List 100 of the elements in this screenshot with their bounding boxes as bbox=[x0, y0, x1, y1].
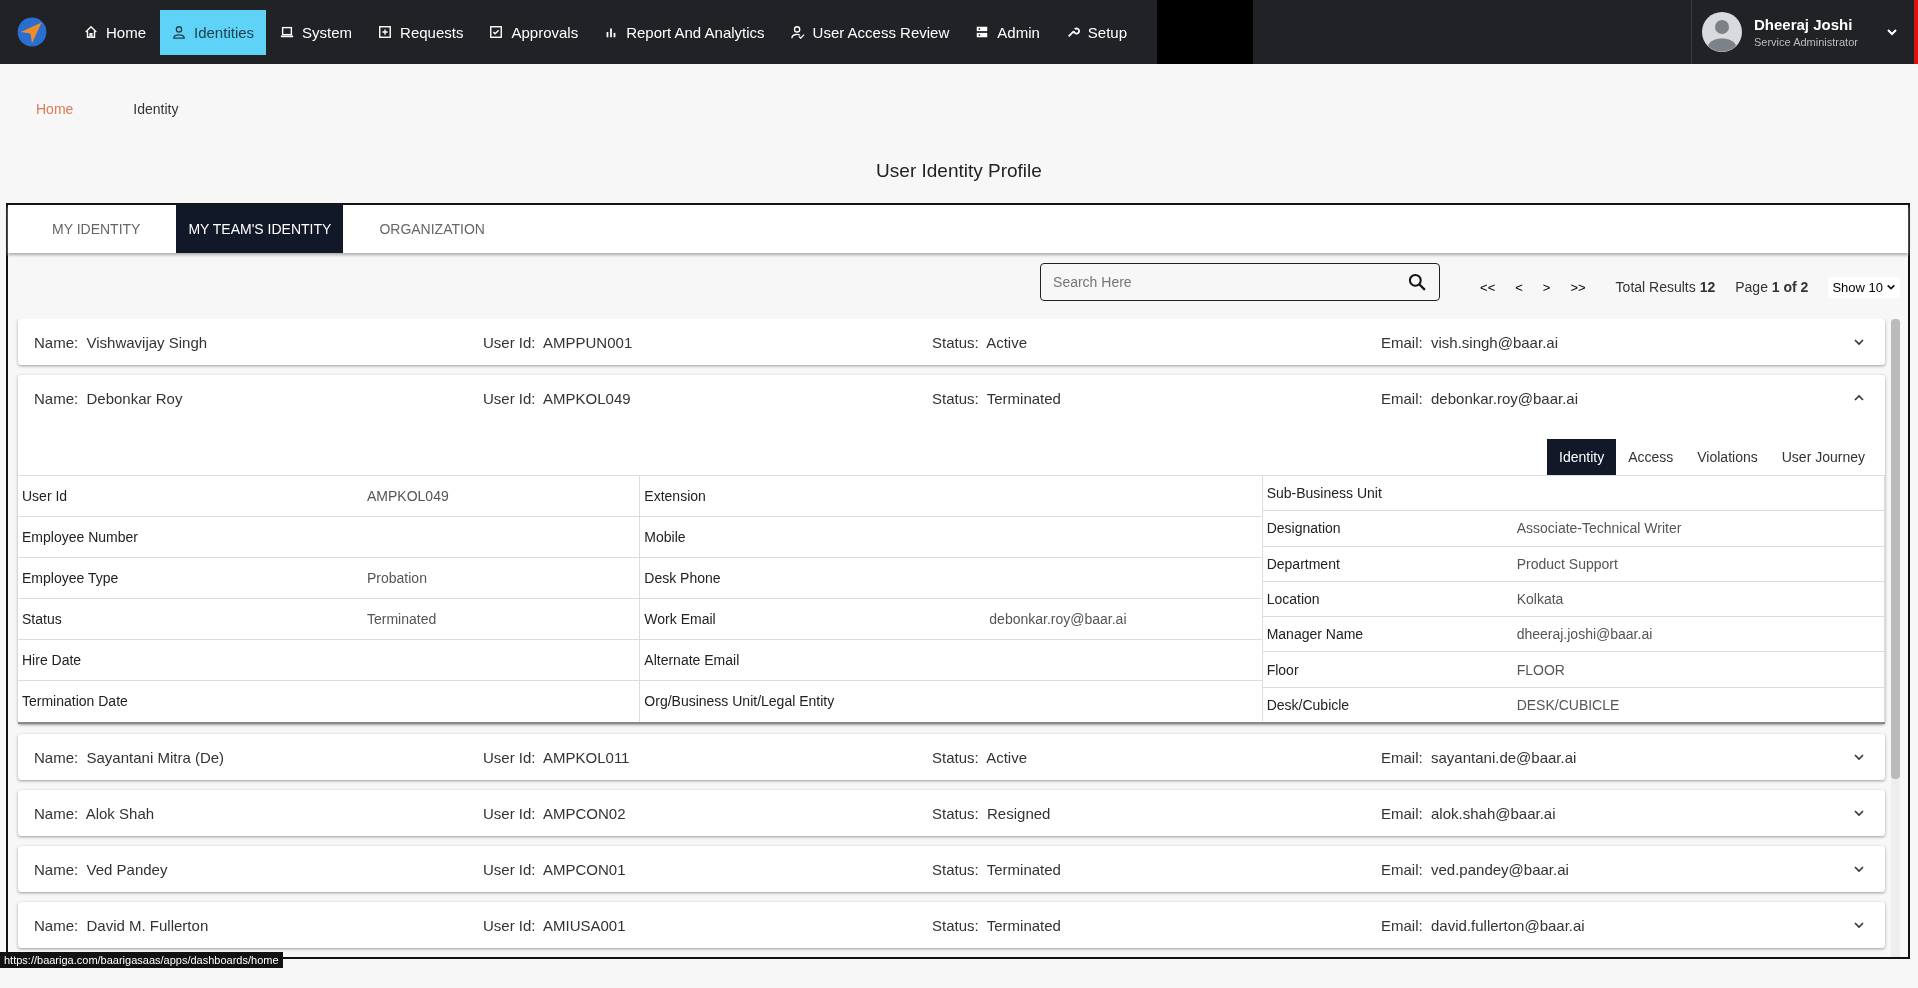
home-icon bbox=[84, 25, 98, 39]
status-link-url: https://baariga.com/baarigasaas/apps/dashboards/home bbox=[0, 952, 283, 968]
field-label: Sub-Business Unit bbox=[1266, 485, 1383, 502]
email-field: Email: vish.singh@baar.ai bbox=[1381, 333, 1830, 351]
field-value: Kolkata bbox=[1516, 591, 1564, 608]
next-page-button[interactable]: > bbox=[1532, 279, 1561, 295]
name-field: Name: Sayantani Mitra (De) bbox=[34, 748, 483, 766]
email-field: Email: david.fullerton@baar.ai bbox=[1381, 916, 1830, 934]
name-field: Name: Ved Pandey bbox=[34, 860, 483, 878]
nav-item[interactable]: Setup bbox=[1053, 9, 1140, 55]
field-value: debonkar.roy@baar.ai bbox=[989, 611, 1127, 627]
field-label: Alternate Email bbox=[644, 652, 741, 668]
identity-row[interactable]: Name: Debonkar Roy User Id: AMPKOL049 Status: Terminated Email: debonkar.roy@baar.ai bbox=[18, 375, 1885, 421]
last-page-button[interactable]: >> bbox=[1560, 279, 1596, 295]
field-label: Desk/Cubicle bbox=[1266, 696, 1351, 713]
detail-tab[interactable]: Identity bbox=[1547, 439, 1617, 475]
field-label: Manager Name bbox=[1266, 626, 1365, 643]
field-label: Termination Date bbox=[22, 693, 129, 709]
total-results: Total Results 12 bbox=[1615, 279, 1716, 295]
name-field: Name: Alok Shah bbox=[34, 804, 483, 822]
detail-tab[interactable]: Violations bbox=[1685, 439, 1770, 475]
search-icon bbox=[1408, 273, 1427, 291]
field-label: Desk Phone bbox=[644, 570, 722, 586]
field-label: Extension bbox=[644, 488, 707, 504]
identity-row[interactable]: Name: Ved Pandey User Id: AMPCON01 Status: Terminated Email: ved.pandey@baar.ai bbox=[18, 846, 1885, 893]
user-id-field: User Id: AMPCON02 bbox=[483, 804, 932, 822]
chevron-down-icon bbox=[1886, 282, 1896, 292]
detail-tab[interactable]: Access bbox=[1616, 439, 1686, 475]
search-field[interactable]: Search Here bbox=[1040, 263, 1441, 301]
status-field: Status: Terminated bbox=[932, 389, 1381, 407]
user-name: Dheeraj Joshi bbox=[1754, 16, 1854, 33]
status-field: Status: Active bbox=[932, 333, 1381, 351]
scrollbar[interactable] bbox=[1891, 319, 1900, 957]
user-id-field: User Id: AMPCON01 bbox=[483, 860, 932, 878]
user-id-field: User Id: AMIUSA001 bbox=[483, 916, 932, 934]
avatar-icon bbox=[1702, 12, 1742, 52]
user-check-icon bbox=[790, 25, 805, 39]
field-label: Work Email bbox=[644, 611, 717, 627]
tab[interactable]: MY TEAM'S IDENTITY bbox=[176, 205, 344, 253]
previous-page-button[interactable]: < bbox=[1505, 279, 1533, 295]
nav-item[interactable]: Home bbox=[72, 9, 158, 55]
person-icon bbox=[172, 25, 186, 39]
field-label: Floor bbox=[1266, 661, 1300, 678]
name-field: Name: David M. Fullerton bbox=[34, 916, 483, 934]
user-id-field: User Id: AMPKOL011 bbox=[483, 748, 932, 766]
status-field: Status: Resigned bbox=[932, 804, 1381, 822]
identity-row[interactable]: Name: David M. Fullerton User Id: AMIUSA001 Status: Terminated Email: david.fullerton@baar.ai bbox=[18, 902, 1885, 949]
user-id-field: User Id: AMPKOL049 bbox=[483, 389, 932, 407]
logo-icon[interactable] bbox=[16, 16, 48, 48]
page-size-dropdown[interactable]: Show 10 bbox=[1828, 276, 1900, 298]
field-label: Status bbox=[22, 611, 63, 627]
identity-row[interactable]: Name: Sayantani Mitra (De) User Id: AMPKOL011 Status: Active Email: sayantani.de@baar.ai bbox=[18, 734, 1885, 781]
field-label: Employee Type bbox=[22, 570, 120, 586]
chevron-down-icon bbox=[1886, 26, 1898, 38]
nav-item[interactable]: Admin bbox=[963, 9, 1052, 55]
field-value: FLOOR bbox=[1516, 661, 1565, 678]
field-label: Mobile bbox=[644, 529, 687, 545]
field-value: Associate-Technical Writer bbox=[1516, 520, 1682, 537]
field-value: Product Support bbox=[1516, 555, 1618, 572]
wrench-icon bbox=[1065, 25, 1080, 39]
status-field: Status: Active bbox=[932, 748, 1381, 766]
field-value: Probation bbox=[367, 570, 427, 586]
field-label: Hire Date bbox=[22, 652, 83, 668]
name-field: Name: Vishwavijay Singh bbox=[34, 333, 483, 351]
nav-item[interactable]: Identities bbox=[160, 9, 267, 55]
page-indicator: Page 1 of 2 bbox=[1735, 279, 1809, 295]
identity-row[interactable]: Name: Vishwavijay Singh User Id: AMPPUN001 Status: Active Email: vish.singh@baar.ai bbox=[18, 319, 1885, 365]
nav-item[interactable]: Requests bbox=[366, 9, 476, 55]
tab[interactable]: ORGANIZATION bbox=[343, 205, 521, 253]
email-field: Email: alok.shah@baar.ai bbox=[1381, 804, 1830, 822]
detail-tab[interactable]: User Journey bbox=[1769, 439, 1877, 475]
name-field: Name: Debonkar Roy bbox=[34, 389, 483, 407]
field-value: dheeraj.joshi@baar.ai bbox=[1516, 626, 1653, 643]
status-field: Status: Terminated bbox=[932, 860, 1381, 878]
nav-item[interactable]: User Access Review bbox=[778, 9, 962, 55]
field-label: Employee Number bbox=[22, 529, 139, 545]
user-role: Service Administrator bbox=[1754, 36, 1859, 48]
field-label: Org/Business Unit/Legal Entity bbox=[644, 693, 836, 709]
field-label: User Id bbox=[22, 488, 69, 504]
laptop-icon bbox=[280, 25, 295, 39]
field-value: DESK/CUBICLE bbox=[1516, 696, 1620, 713]
field-value: AMPKOL049 bbox=[367, 488, 449, 504]
email-field: Email: sayantani.de@baar.ai bbox=[1381, 748, 1830, 766]
nav-item[interactable]: System bbox=[268, 9, 365, 55]
field-value: Terminated bbox=[367, 611, 437, 627]
page-title: User Identity Profile bbox=[875, 159, 1043, 183]
nav-item[interactable]: Approvals bbox=[477, 9, 591, 55]
email-field: Email: ved.pandey@baar.ai bbox=[1381, 860, 1830, 878]
field-label: Designation bbox=[1266, 520, 1342, 537]
field-label: Department bbox=[1266, 555, 1341, 572]
first-page-button[interactable]: << bbox=[1470, 279, 1506, 295]
breadcrumb-current: Identity bbox=[133, 101, 179, 119]
check-square-icon bbox=[489, 25, 504, 39]
field-label: Location bbox=[1266, 591, 1321, 608]
tab[interactable]: MY IDENTITY bbox=[16, 205, 177, 253]
nav-item[interactable]: Report And Analytics bbox=[592, 9, 777, 55]
chevron-down-icon[interactable] bbox=[1853, 336, 1865, 348]
user-menu[interactable]: Dheeraj Joshi Service Administrator bbox=[1691, 0, 1914, 64]
email-field: Email: debonkar.roy@baar.ai bbox=[1381, 389, 1830, 407]
identity-row[interactable]: Name: Alok Shah User Id: AMPCON02 Status: Resigned Email: alok.shah@baar.ai bbox=[18, 790, 1885, 837]
